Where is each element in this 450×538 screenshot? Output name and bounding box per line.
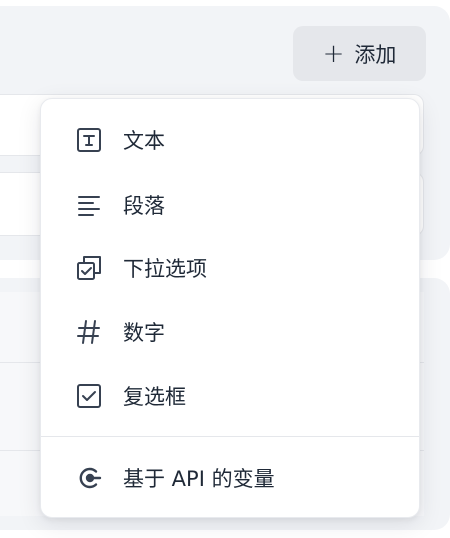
menu-item-label: 基于 API 的变量 (123, 467, 275, 491)
checkbox-icon (75, 382, 103, 410)
plus-icon: + (322, 38, 345, 69)
menu-item-label: 段落 (123, 194, 165, 218)
text-box-icon (75, 126, 103, 154)
menu-item-label: 下拉选项 (123, 257, 207, 281)
menu-item-text[interactable]: 文本 (41, 114, 419, 166)
paragraph-lines-icon (75, 191, 103, 219)
add-button[interactable]: + 添加 (293, 26, 426, 81)
menu-item-label: 文本 (123, 129, 165, 153)
menu-item-paragraph[interactable]: 段落 (41, 179, 419, 231)
hash-icon (75, 318, 103, 346)
add-button-label: 添加 (354, 42, 397, 67)
select-stack-icon (75, 254, 103, 282)
add-variable-dropdown: 文本 段落 下拉选项 数字 复选框 基于 API 的变量 (40, 98, 420, 518)
menu-item-checkbox[interactable]: 复选框 (41, 370, 419, 422)
menu-item-api-variable[interactable]: 基于 API 的变量 (41, 452, 419, 504)
api-icon (75, 464, 103, 492)
menu-item-label: 复选框 (123, 385, 186, 409)
menu-divider (41, 436, 419, 437)
menu-item-label: 数字 (123, 321, 165, 345)
menu-item-select[interactable]: 下拉选项 (41, 242, 419, 294)
menu-item-number[interactable]: 数字 (41, 306, 419, 358)
